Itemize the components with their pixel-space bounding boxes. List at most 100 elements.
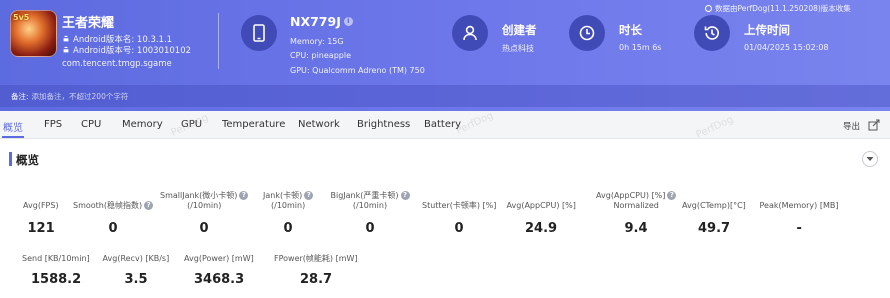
note-input[interactable]: 添加备注，不超过200个字符 [32, 91, 129, 102]
chevron-down-icon [866, 157, 874, 161]
help-icon[interactable]: ? [667, 191, 677, 200]
metric-row1-label-line: SmallJank(微小卡顿)? [160, 191, 249, 201]
metric-row2-label-line: Send [KB/10min] [22, 254, 90, 263]
report-header: 数据由PerfDog(11.1.250208)版本收集 5v5 王者荣耀 And… [0, 0, 890, 111]
note-bar: 备注: 添加备注，不超过200个字符 [0, 85, 890, 107]
metric-row1-value: 9.4 [624, 221, 648, 236]
metric-row1-label-line: Avg(FPS) [23, 201, 59, 210]
section-title: 概览 [16, 153, 39, 167]
device-name-row: NX779J i [290, 14, 353, 29]
metric-row2-label: FPower(帧能耗) [mW] [274, 254, 358, 264]
phone-icon [241, 15, 277, 51]
metric-row1-label: Stutter(卡顿率) [%] [422, 201, 496, 211]
metric-row2-label: Send [KB/10min] [22, 254, 90, 264]
duration-title: 时长 [619, 23, 642, 37]
active-tab-indicator [2, 136, 24, 138]
collector-watermark: 数据由PerfDog(11.1.250208)版本收集 [705, 3, 851, 14]
user-icon [452, 15, 488, 51]
metric-row1-value: 0 [283, 221, 293, 236]
app-version-code-line: Android版本号: 1003010102 [62, 44, 191, 56]
creator-title: 创建者 [502, 23, 537, 37]
metric-row2-label-line: FPower(帧能耗) [mW] [274, 254, 358, 263]
tab-cpu[interactable]: CPU [81, 119, 101, 130]
metric-row1-label-line: Stutter(卡顿率) [%] [422, 201, 497, 210]
metric-row1-label-line: BigJank(严重卡顿)? [331, 191, 410, 201]
metric-row1-label: Peak(Memory) [MB] [760, 201, 839, 211]
history-icon [694, 15, 730, 51]
metric-row1-label: Avg(AppCPU) [%]? Normalized [596, 191, 677, 211]
metric-row1-label: Smooth(稳帧指数)? [73, 201, 154, 211]
metric-row1-value: 0 [199, 221, 209, 236]
help-icon[interactable]: ? [144, 201, 154, 210]
tab-fps[interactable]: FPS [44, 119, 62, 130]
note-label: 备注: [11, 91, 29, 101]
collapse-button[interactable] [862, 151, 878, 167]
android-icon [63, 46, 69, 53]
metric-row1-label-line: (/10min) [271, 201, 306, 210]
metric-row2-label-line: Avg(Recv) [KB/s] [102, 254, 170, 263]
device-info-icon[interactable]: i [343, 17, 353, 26]
tab-battery[interactable]: Battery [424, 119, 461, 130]
metric-row1-label-line: Peak(Memory) [MB] [759, 201, 839, 210]
metric-row1-label-line: Avg(AppCPU) [%] [506, 201, 576, 210]
device-memory: Memory: 15G [290, 37, 344, 46]
metric-row1-value: 0 [108, 221, 118, 236]
app-version-code: Android版本号: 1003010102 [73, 46, 192, 56]
metric-row1-label: SmallJank(微小卡顿)? (/10min) [160, 191, 249, 211]
tab-bar: 概览 FPS CPU Memory GPU Temperature Networ… [0, 111, 890, 139]
info-circle-icon [705, 5, 712, 12]
clock-icon [569, 15, 605, 51]
tab-gpu[interactable]: GPU [181, 119, 202, 130]
metric-row1-label-line: (/10min) [187, 201, 222, 210]
metric-row1-value: - [796, 221, 802, 236]
help-icon[interactable]: ? [400, 191, 410, 200]
android-icon [63, 35, 69, 42]
app-package: com.tencent.tmgp.sgame [62, 59, 172, 69]
app-name: 王者荣耀 [62, 16, 115, 31]
metric-row1-label-line: Jank(卡顿)? [263, 191, 314, 201]
export-button[interactable]: 导出 [843, 120, 860, 132]
device-gpu: GPU: Qualcomm Adreno (TM) 750 [290, 66, 425, 75]
metric-row2-label: Avg(Power) [mW] [184, 254, 254, 264]
metric-row2-label-line: Avg(Power) [mW] [184, 254, 254, 263]
metric-row1-label: BigJank(严重卡顿)? (/10min) [331, 191, 410, 211]
collector-text: 数据由PerfDog(11.1.250208)版本收集 [715, 4, 851, 13]
upload-title: 上传时间 [744, 23, 790, 37]
metric-row2-value: 28.7 [300, 272, 333, 287]
app-icon-badge: 5v5 [13, 13, 30, 22]
metric-row1-label: Avg(FPS) [23, 201, 59, 211]
metric-row1-value: 0 [454, 221, 464, 236]
metric-row1-label: Avg(AppCPU) [%] [507, 201, 576, 211]
device-cpu: CPU: pineapple [290, 51, 351, 60]
tab-temperature[interactable]: Temperature [222, 119, 285, 130]
metric-row1-label-line: (/10min) [352, 201, 388, 210]
tab-brightness[interactable]: Brightness [357, 119, 410, 130]
header-divider [218, 13, 219, 69]
metric-row1-value: 121 [27, 221, 55, 236]
metric-row2-value: 3.5 [124, 272, 148, 287]
tab-network[interactable]: Network [298, 119, 340, 130]
metric-row1-label: Jank(卡顿)? (/10min) [263, 191, 314, 211]
upload-value: 01/04/2025 15:02:08 [744, 43, 829, 52]
metric-row1-value: 24.9 [525, 221, 558, 236]
device-name: NX779J [290, 14, 341, 29]
section-accent-bar [9, 152, 12, 166]
metric-row1-value: 49.7 [698, 221, 731, 236]
tab-memory[interactable]: Memory [122, 119, 163, 130]
creator-value: 热点科技 [502, 44, 534, 53]
metric-row2-value: 1588.2 [31, 272, 82, 287]
metric-row1-value: 0 [365, 221, 375, 236]
metric-row1-label-line: Avg(CTemp)[°C] [682, 201, 746, 210]
help-icon[interactable]: ? [304, 191, 314, 200]
metric-row1-label: Avg(CTemp)[°C] [682, 201, 746, 211]
duration-value: 0h 15m 6s [619, 43, 662, 52]
app-icon: 5v5 [10, 10, 57, 57]
help-icon[interactable]: ? [239, 191, 249, 200]
tab-overview[interactable]: 概览 [3, 119, 23, 134]
metric-row2-value: 3468.3 [194, 272, 245, 287]
metric-row1-label-line: Normalized [613, 201, 659, 210]
metric-row2-label: Avg(Recv) [KB/s] [103, 254, 170, 264]
export-icon[interactable] [868, 119, 880, 131]
metric-row1-label-line: Avg(AppCPU) [%]? [596, 191, 677, 201]
metric-row1-label-line: Smooth(稳帧指数)? [73, 201, 154, 211]
